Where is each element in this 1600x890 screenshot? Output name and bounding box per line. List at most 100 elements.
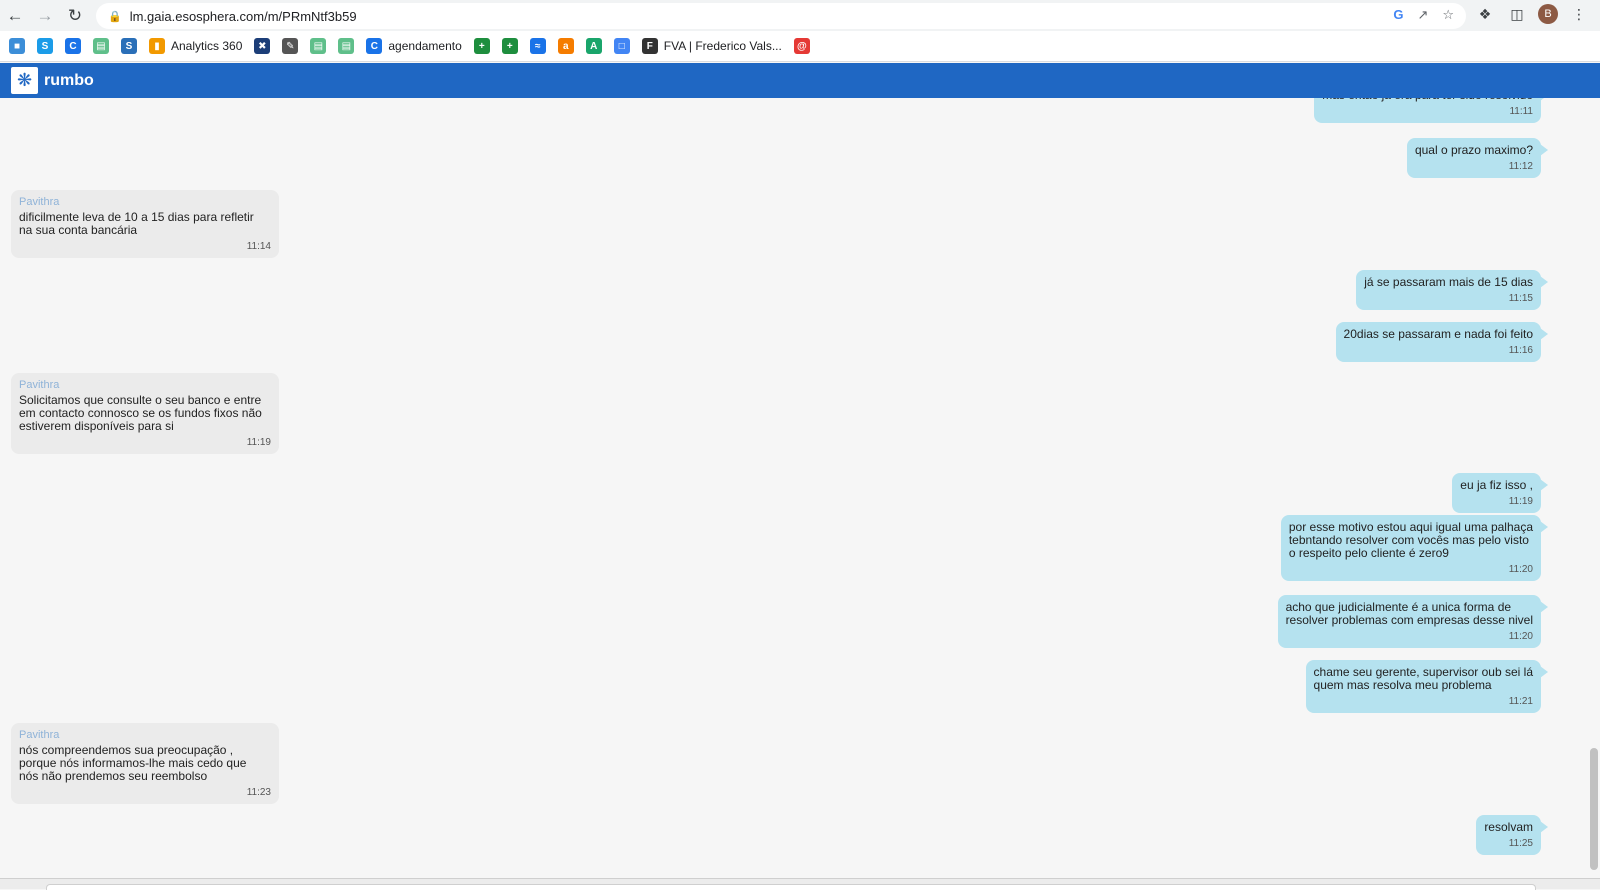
message-bubble-outgoing: resolvam 11:25	[1476, 815, 1548, 855]
message-bubble-outgoing: 20dias se passaram e nada foi feito 11:16	[1335, 322, 1549, 362]
chat-scrollbar[interactable]	[1588, 98, 1600, 878]
bookmark-item[interactable]: +	[471, 34, 493, 58]
message-time: 11:11	[1509, 106, 1533, 117]
bookmark-item[interactable]: ✎	[279, 34, 301, 58]
bookmark-item[interactable]: ▤	[307, 34, 329, 58]
message-sender: Pavithra	[19, 196, 60, 208]
rumbo-logo-icon: ❋	[11, 67, 38, 94]
message-bubble-outgoing: eu ja fiz isso , 11:19	[1452, 473, 1548, 513]
message-text: 20dias se passaram e nada foi feito	[1343, 327, 1533, 341]
message-time: 11:20	[1508, 564, 1533, 575]
message-time: 11:19	[1508, 496, 1533, 507]
message-text: chame seu gerente, supervisor oub sei lá…	[1313, 665, 1533, 692]
message-text: resolvam	[1484, 820, 1533, 834]
google-icon[interactable]: G	[1393, 7, 1403, 23]
bookmark-label: FVA | Frederico Vals...	[663, 39, 782, 53]
message-input[interactable]	[46, 884, 1536, 890]
bookmark-item[interactable]: +	[499, 34, 521, 58]
message-text: qual o prazo maximo?	[1414, 143, 1533, 157]
chat-history[interactable]: mas então já era para ter sido resolvido…	[0, 98, 1588, 878]
pen-icon: ✎	[282, 38, 299, 54]
message-sender: Pavithra	[19, 379, 60, 391]
bookmark-item[interactable]: Cagendamento	[363, 34, 464, 58]
message-bubble-outgoing: qual o prazo maximo? 11:12	[1406, 138, 1549, 178]
a-circle-icon: A	[585, 38, 602, 54]
message-time: 11:15	[1508, 293, 1533, 304]
message-bubble-incoming: Pavithra nós compreendemos sua preocupaçã…	[11, 723, 279, 804]
message-bubble-outgoing: mas então já era para ter sido resolvido…	[1314, 98, 1548, 123]
bookmark-item[interactable]: C	[62, 34, 84, 58]
message-sender: Pavithra	[19, 729, 60, 741]
bookmark-label: agendamento	[388, 39, 462, 53]
message-time: 11:12	[1508, 161, 1533, 172]
fva-icon: F	[641, 38, 658, 54]
sheet-icon: +	[501, 38, 518, 54]
message-time: 11:23	[246, 787, 271, 798]
brand-name: rumbo	[44, 71, 94, 89]
bookmark-item[interactable]: ✖	[251, 34, 273, 58]
bookmarks-bar: ■ S C ▤ S ▮ Analytics 360 ✖ ✎ ▤ ▤ Cagendamento + + ≈ a A…	[0, 31, 1600, 62]
message-composer	[0, 878, 1600, 890]
bookmark-item[interactable]: S	[34, 34, 56, 58]
message-bubble-outgoing: já se passaram mais de 15 dias 11:15	[1356, 270, 1548, 310]
message-text: por esse motivo estou aqui igual uma pal…	[1288, 520, 1533, 560]
sidepanel-icon[interactable]: ◫	[1506, 3, 1528, 25]
address-bar[interactable]: 🔒 lm.gaia.esosphera.com/m/PRmNtf3b59 G ↗…	[96, 3, 1466, 29]
message-bubble-outgoing: chame seu gerente, supervisor oub sei lá…	[1305, 660, 1549, 713]
circle-c-icon: C	[65, 38, 81, 54]
analytics-icon: ▮	[149, 38, 165, 54]
bookmark-label: Analytics 360	[171, 39, 243, 53]
message-text: nós compreendemos sua preocupação , porq…	[19, 743, 247, 783]
bookmark-item[interactable]: ▮ Analytics 360	[146, 34, 245, 58]
doc-icon: ▤	[310, 38, 327, 54]
bookmark-item[interactable]: F FVA | Frederico Vals...	[639, 34, 785, 58]
message-text: já se passaram mais de 15 dias	[1364, 275, 1533, 289]
extensions-icon[interactable]: ❖	[1474, 3, 1496, 25]
message-text: Solicitamos que consulte o seu banco e e…	[19, 393, 262, 433]
skype-icon: S	[37, 38, 53, 54]
back-arrow-icon[interactable]: ←	[0, 1, 30, 31]
circle-c-icon: C	[366, 38, 383, 54]
message-time: 11:16	[1508, 345, 1533, 356]
lock-icon: 🔒	[108, 10, 122, 23]
doc-icon: ▤	[338, 38, 355, 54]
bookmark-item[interactable]: ≈	[527, 34, 549, 58]
message-text: eu ja fiz isso ,	[1460, 478, 1533, 492]
bookmark-item[interactable]: S	[118, 34, 140, 58]
message-bubble-incoming: Pavithra dificilmente leva de 10 a 15 dia…	[11, 190, 279, 258]
message-text: dificilmente leva de 10 a 15 dias para r…	[19, 210, 254, 237]
wave-icon: ≈	[529, 38, 546, 54]
bookmark-item[interactable]: ■	[6, 34, 28, 58]
folder-icon: ■	[9, 38, 25, 54]
bookmark-item[interactable]: A	[583, 34, 605, 58]
share-icon[interactable]: ↗	[1417, 7, 1428, 23]
scroll-thumb[interactable]	[1590, 748, 1598, 870]
bookmark-item[interactable]: @	[791, 34, 813, 58]
sheet-icon: +	[473, 38, 490, 54]
menu-icon[interactable]: ⋮	[1568, 3, 1590, 25]
message-bubble-incoming: Pavithra Solicitamos que consulte o seu b…	[11, 373, 279, 454]
target-icon: @	[793, 38, 810, 54]
a-icon: a	[557, 38, 574, 54]
message-time: 11:20	[1508, 631, 1533, 642]
message-text: mas então já era para ter sido resolvido	[1322, 98, 1533, 102]
app-header: ❋ rumbo	[0, 63, 1600, 98]
profile-avatar[interactable]: B	[1538, 4, 1558, 24]
message-bubble-outgoing: por esse motivo estou aqui igual uma pal…	[1280, 515, 1549, 581]
bookmark-item[interactable]: ▤	[90, 34, 112, 58]
url-text: lm.gaia.esosphera.com/m/PRmNtf3b59	[129, 8, 357, 24]
star-icon[interactable]: ☆	[1442, 7, 1454, 23]
browser-toolbar: ← → ↻ 🔒 lm.gaia.esosphera.com/m/PRmNtf3b…	[0, 0, 1600, 31]
s-icon: S	[121, 38, 137, 54]
calendar-icon: □	[613, 38, 630, 54]
forward-arrow-icon[interactable]: →	[30, 1, 60, 31]
message-text: acho que judicialmente é a unica forma d…	[1285, 600, 1533, 627]
bookmark-item[interactable]: ▤	[335, 34, 357, 58]
message-time: 11:19	[246, 437, 271, 448]
bowtie-icon: ✖	[254, 38, 271, 54]
bookmark-item[interactable]: a	[555, 34, 577, 58]
reload-icon[interactable]: ↻	[60, 1, 90, 31]
message-bubble-outgoing: acho que judicialmente é a unica forma d…	[1277, 595, 1549, 648]
bookmark-item[interactable]: □	[611, 34, 633, 58]
doc-icon: ▤	[93, 38, 109, 54]
